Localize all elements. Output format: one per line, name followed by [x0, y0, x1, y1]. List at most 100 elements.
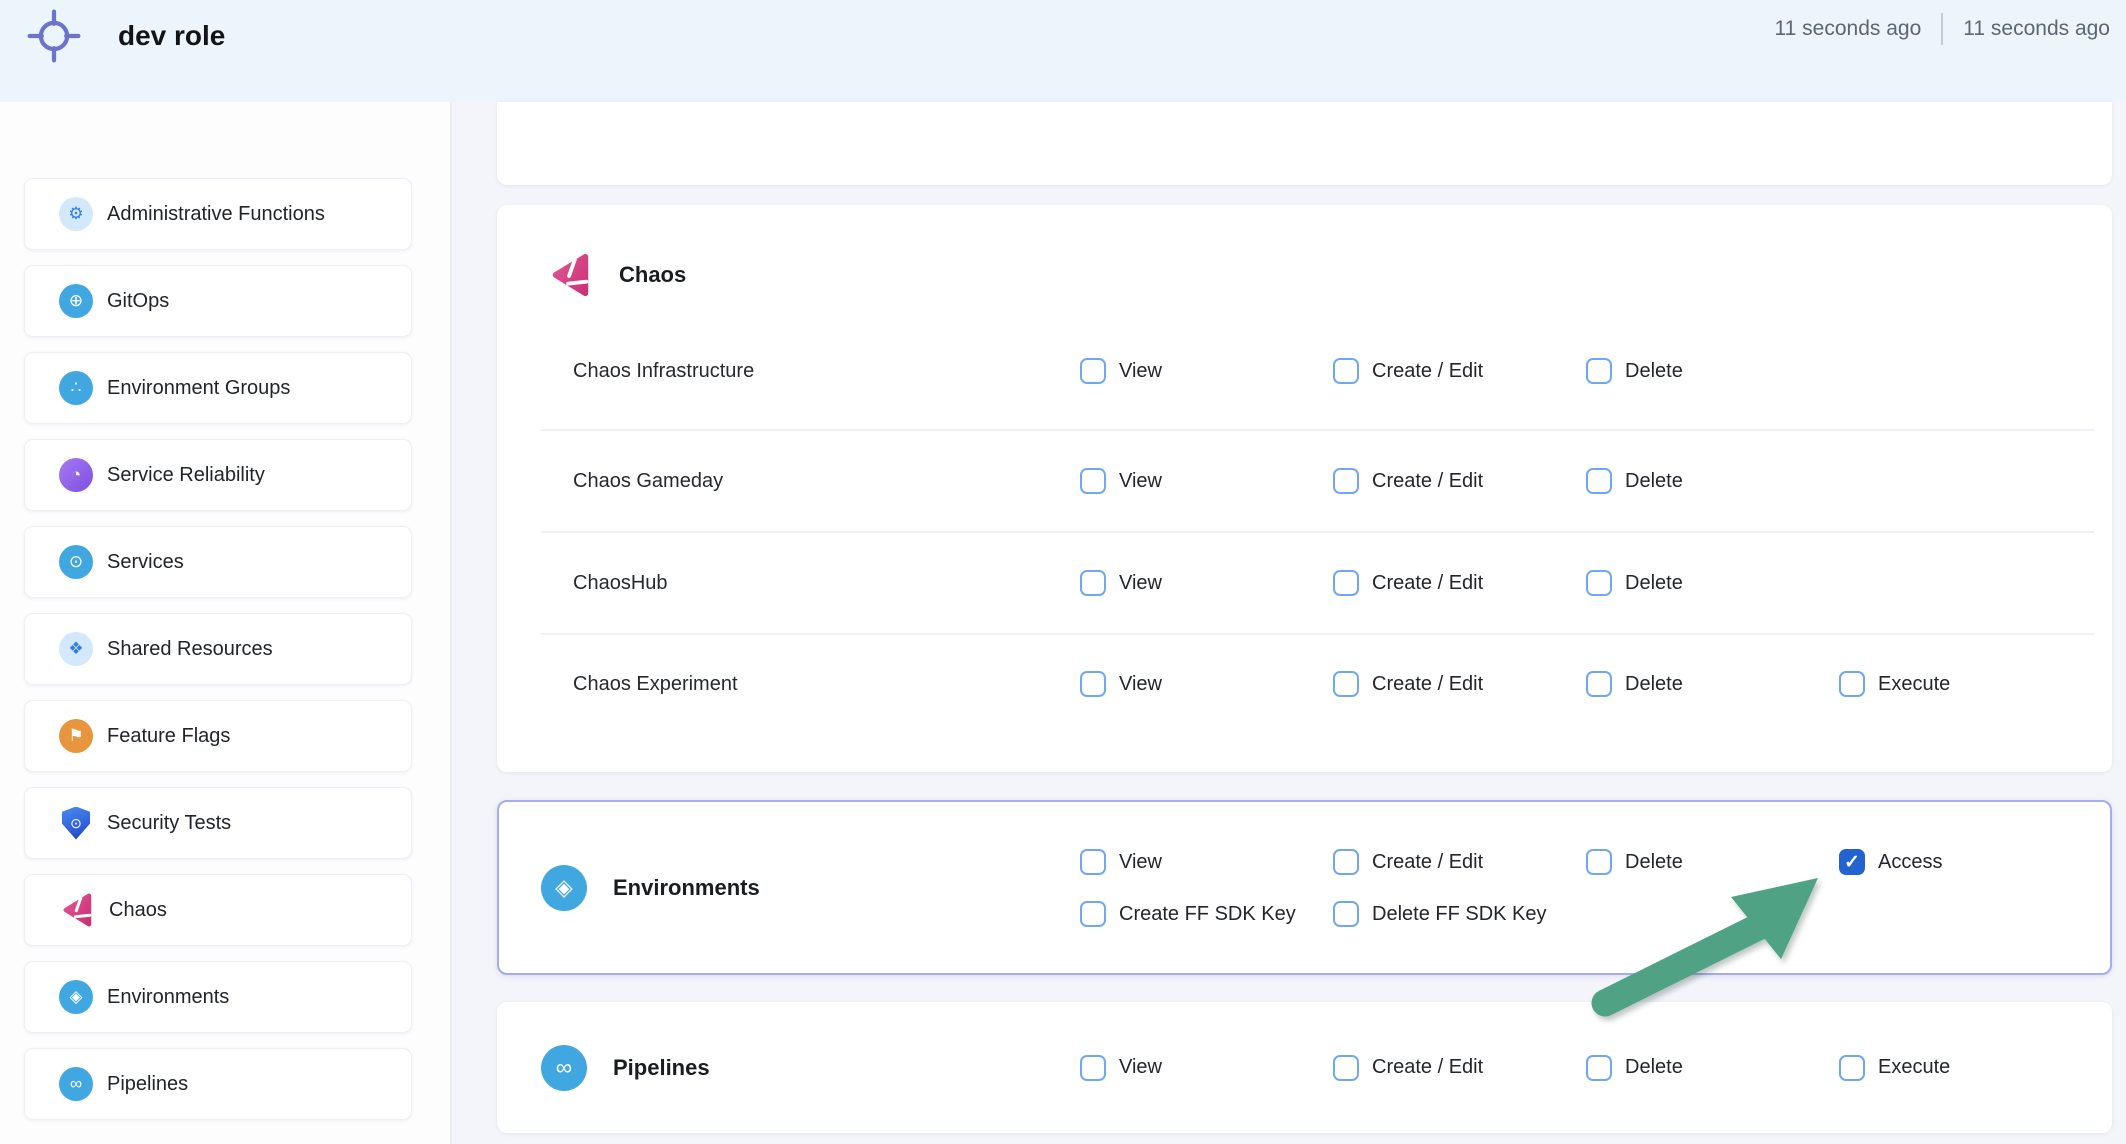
- permission-label: Create / Edit: [1372, 851, 1483, 874]
- checkbox-chaoshub-create-edit[interactable]: [1333, 570, 1359, 596]
- page-header: dev role 11 seconds ago 11 seconds ago: [0, 0, 2126, 102]
- sidebar-item-services[interactable]: ⊙Services: [24, 526, 412, 598]
- section-header-chaos: Chaos: [497, 237, 2112, 313]
- permission-label: Access: [1878, 851, 1942, 874]
- permission-option: Delete: [1586, 1055, 1839, 1081]
- section-title: Pipelines: [613, 1055, 710, 1081]
- role-permissions-page: dev role 11 seconds ago 11 seconds ago ⚙…: [0, 0, 2126, 1144]
- checkbox-pipelines-delete[interactable]: [1586, 1055, 1612, 1081]
- checkbox-environments-create-edit[interactable]: [1333, 849, 1359, 875]
- permissions-main: Chaos Chaos InfrastructureViewCreate / Ed…: [452, 102, 2126, 1144]
- updated-timestamp: 11 seconds ago: [1963, 17, 2110, 41]
- sidebar-item-security-tests[interactable]: ⊙Security Tests: [24, 787, 412, 859]
- permission-label: View: [1119, 1056, 1162, 1079]
- checkbox-chaos-experiment-create-edit[interactable]: [1333, 671, 1359, 697]
- pipelines-icon: ∞: [541, 1045, 587, 1091]
- sidebar-item-environment-groups[interactable]: ∴Environment Groups: [24, 352, 412, 424]
- permission-row-chaos-infrastructure: Chaos InfrastructureViewCreate / EditDel…: [541, 313, 2094, 429]
- checkbox-chaos-gameday-view[interactable]: [1080, 468, 1106, 494]
- permission-line: ViewCreate / EditDeleteAccess: [1080, 836, 2110, 888]
- sidebar-item-pipelines[interactable]: ∞ Pipelines: [24, 1048, 412, 1120]
- permission-option: Delete: [1586, 468, 1839, 494]
- sidebar-item-label: Pipelines: [107, 1073, 188, 1096]
- permission-label: Create / Edit: [1372, 1056, 1483, 1079]
- checkbox-environments-access[interactable]: [1839, 849, 1865, 875]
- resource-label: Chaos Gameday: [541, 470, 1080, 493]
- service-reliability-icon: ◔: [59, 458, 93, 492]
- checkbox-chaoshub-delete[interactable]: [1586, 570, 1612, 596]
- section-title: Chaos: [619, 262, 686, 288]
- pipelines-icon: ∞: [59, 1067, 93, 1101]
- sidebar-item-label: Shared Resources: [107, 638, 273, 661]
- permission-label: Create / Edit: [1372, 360, 1483, 383]
- checkbox-chaoshub-view[interactable]: [1080, 570, 1106, 596]
- checkbox-chaos-infrastructure-create-edit[interactable]: [1333, 358, 1359, 384]
- sidebar-item-gitops[interactable]: ⊕ GitOps: [24, 265, 412, 337]
- section-header-pipelines: ∞ Pipelines: [497, 1045, 1080, 1091]
- permission-option: Create / Edit: [1333, 468, 1586, 494]
- checkbox-chaos-experiment-view[interactable]: [1080, 671, 1106, 697]
- checkbox-environments-view[interactable]: [1080, 849, 1106, 875]
- permission-option: View: [1080, 468, 1333, 494]
- sidebar-item-service-reliability[interactable]: ◔ Service Reliability: [24, 439, 412, 511]
- sidebar-item-chaos[interactable]: Chaos: [24, 874, 412, 946]
- permission-label: Create / Edit: [1372, 572, 1483, 595]
- permission-option: Delete: [1586, 358, 1839, 384]
- checkbox-environments-create-ff-sdk-key[interactable]: [1080, 901, 1106, 927]
- checkbox-chaos-gameday-create-edit[interactable]: [1333, 468, 1359, 494]
- permission-label: Delete: [1625, 1056, 1683, 1079]
- section-header-environments: ◈Environments: [541, 802, 760, 973]
- sidebar-item-label: Service Reliability: [107, 464, 265, 487]
- created-timestamp: 11 seconds ago: [1775, 17, 1922, 41]
- checkbox-chaos-experiment-execute[interactable]: [1839, 671, 1865, 697]
- sidebar-item-label: Administrative Functions: [107, 203, 325, 226]
- checkbox-environments-delete-ff-sdk-key[interactable]: [1333, 901, 1359, 927]
- permission-label: View: [1119, 572, 1162, 595]
- permission-option: Create / Edit: [1333, 1055, 1586, 1081]
- sidebar-item-feature-flags[interactable]: ⚑ Feature Flags: [24, 700, 412, 772]
- permission-option: Create / Edit: [1333, 671, 1586, 697]
- checkbox-chaos-gameday-delete[interactable]: [1586, 468, 1612, 494]
- checkbox-chaos-infrastructure-delete[interactable]: [1586, 358, 1612, 384]
- permission-label: Delete FF SDK Key: [1372, 903, 1547, 926]
- resource-label: ChaosHub: [541, 572, 1080, 595]
- sidebar-item-label: GitOps: [107, 290, 169, 313]
- permission-label: Delete: [1625, 470, 1683, 493]
- gitops-icon: ⊕: [59, 284, 93, 318]
- permission-label: Execute: [1878, 1056, 1950, 1079]
- checkbox-chaos-experiment-delete[interactable]: [1586, 671, 1612, 697]
- environments-icon: ◈: [59, 980, 93, 1014]
- permission-label: Create / Edit: [1372, 470, 1483, 493]
- timestamp-divider: [1941, 13, 1943, 45]
- sidebar-item-label: Security Tests: [107, 812, 231, 835]
- checkbox-pipelines-create-edit[interactable]: [1333, 1055, 1359, 1081]
- resources-sidebar: ⚙Administrative Functions ⊕ GitOps ∴Environ…: [0, 102, 452, 1144]
- sidebar-item-label: Feature Flags: [107, 725, 230, 748]
- permission-label: View: [1119, 673, 1162, 696]
- sidebar-item-label: Environment Groups: [107, 377, 290, 400]
- permission-label: Execute: [1878, 673, 1950, 696]
- permission-label: Create / Edit: [1372, 673, 1483, 696]
- chaos-pinwheel-icon: [59, 892, 95, 928]
- permission-option: Create / Edit: [1333, 849, 1586, 875]
- permission-label: Delete: [1625, 572, 1683, 595]
- checkbox-environments-delete[interactable]: [1586, 849, 1612, 875]
- permission-label: View: [1119, 851, 1162, 874]
- permission-option: Delete FF SDK Key: [1333, 901, 1586, 927]
- checkbox-pipelines-view[interactable]: [1080, 1055, 1106, 1081]
- permission-card-environments: ◈EnvironmentsViewCreate / EditDeleteAcce…: [497, 800, 2112, 975]
- sidebar-item-environments[interactable]: ◈Environments: [24, 961, 412, 1033]
- permission-option: View: [1080, 671, 1333, 697]
- permission-option: View: [1080, 849, 1333, 875]
- checkbox-pipelines-execute[interactable]: [1839, 1055, 1865, 1081]
- permission-option: Delete: [1586, 570, 1839, 596]
- permission-option: Create / Edit: [1333, 358, 1586, 384]
- permission-label: Create FF SDK Key: [1119, 903, 1296, 926]
- sidebar-item-administrative-functions[interactable]: ⚙Administrative Functions: [24, 178, 412, 250]
- checkbox-chaos-infrastructure-view[interactable]: [1080, 358, 1106, 384]
- feature-flag-icon: ⚑: [59, 719, 93, 753]
- sidebar-item-shared-resources[interactable]: ❖Shared Resources: [24, 613, 412, 685]
- permission-option: View: [1080, 570, 1333, 596]
- permission-option: Delete: [1586, 671, 1839, 697]
- environments-icon: ◈: [541, 865, 587, 911]
